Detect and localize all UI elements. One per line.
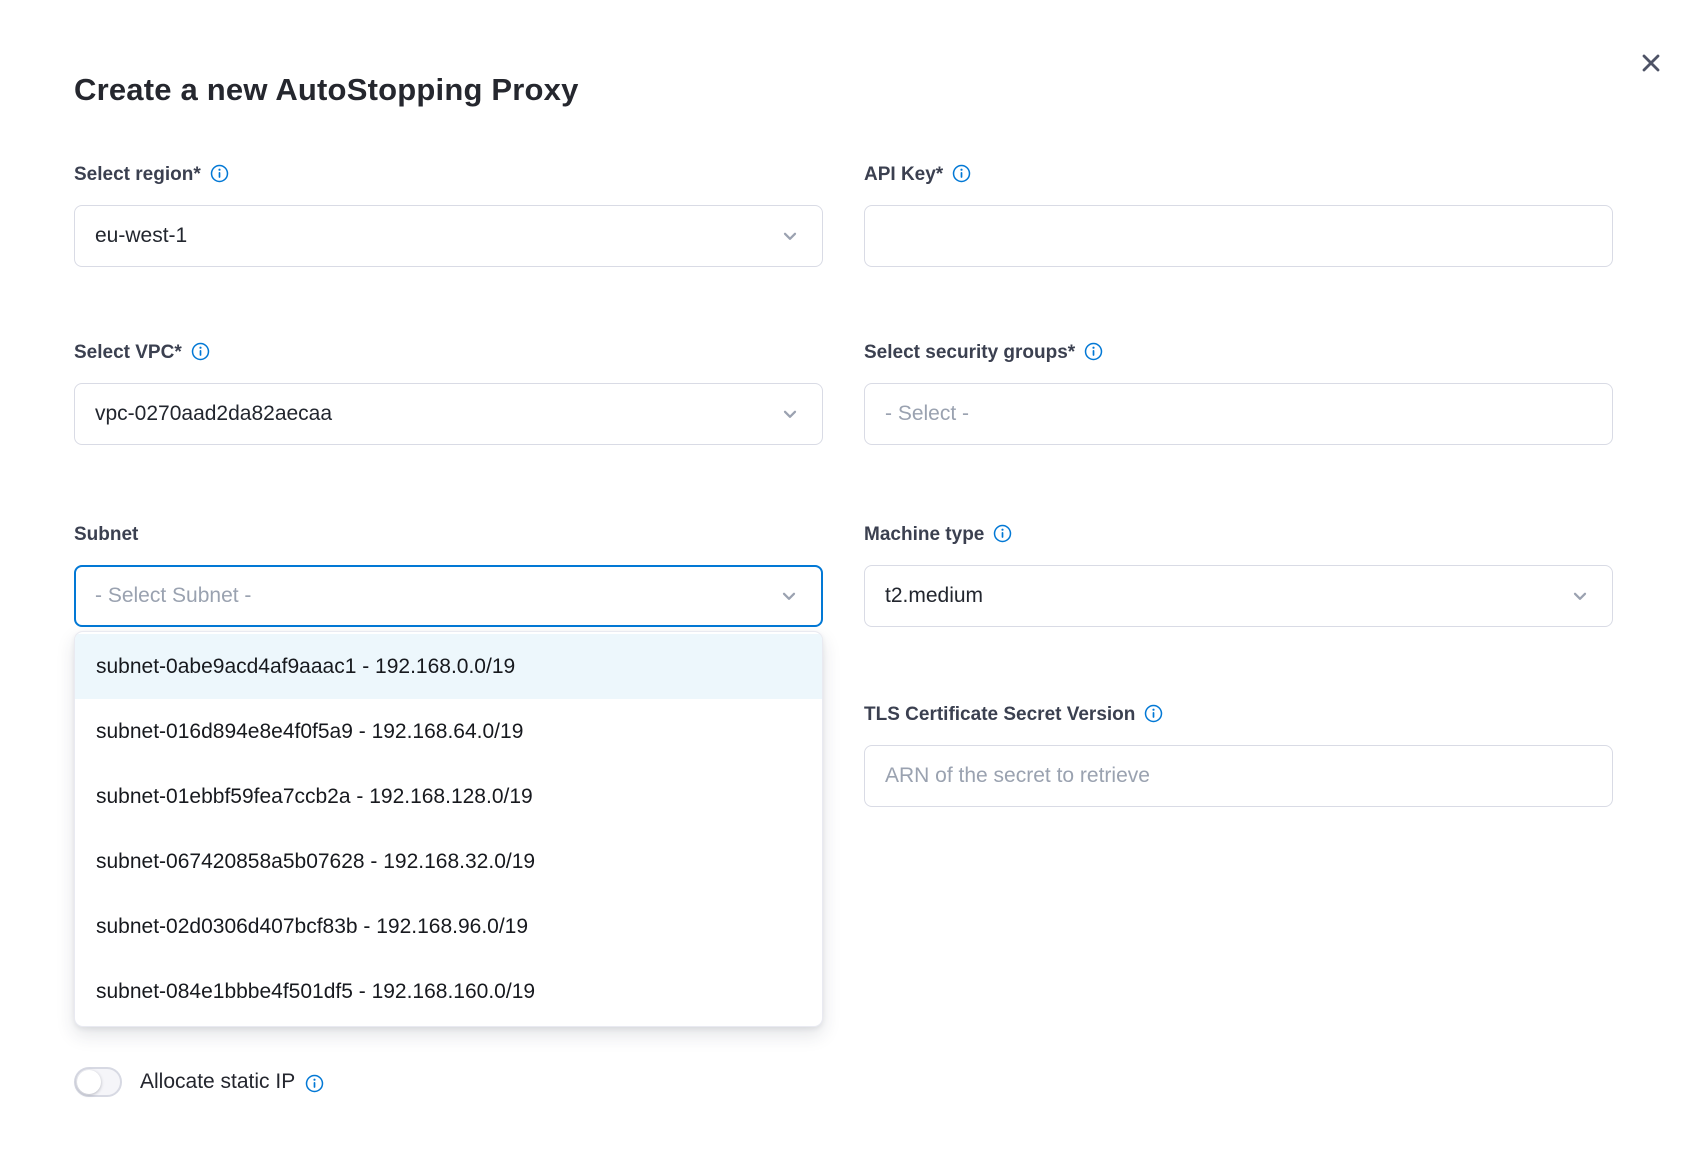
create-autostopping-proxy-modal: Create a new AutoStopping Proxy Select r… xyxy=(0,0,1700,1168)
info-icon[interactable] xyxy=(305,1074,324,1093)
api-key-input[interactable] xyxy=(864,205,1613,267)
field-api-key: API Key* xyxy=(864,163,1613,267)
info-icon[interactable] xyxy=(210,164,229,183)
info-icon[interactable] xyxy=(191,342,210,361)
close-icon xyxy=(1637,49,1665,77)
field-region: Select region* eu-west-1 xyxy=(74,163,823,267)
allocate-static-ip-toggle[interactable] xyxy=(74,1067,122,1097)
region-value: eu-west-1 xyxy=(95,224,187,248)
subnet-label: Subnet xyxy=(74,523,138,547)
machine-type-value: t2.medium xyxy=(885,584,983,608)
allocate-static-ip-label: Allocate static IP xyxy=(140,1070,295,1094)
subnet-option[interactable]: subnet-067420858a5b07628 - 192.168.32.0/… xyxy=(75,829,822,894)
subnet-placeholder: - Select Subnet - xyxy=(95,584,251,608)
region-label: Select region* xyxy=(74,163,201,187)
toggle-knob xyxy=(77,1070,101,1094)
subnet-option[interactable]: subnet-016d894e8e4f0f5a9 - 192.168.64.0/… xyxy=(75,699,822,764)
tls-secret-label: TLS Certificate Secret Version xyxy=(864,703,1135,727)
vpc-label: Select VPC* xyxy=(74,341,182,365)
subnet-option[interactable]: subnet-02d0306d407bcf83b - 192.168.96.0/… xyxy=(75,894,822,959)
chevron-down-icon xyxy=(1570,586,1590,606)
field-subnet: Subnet - Select Subnet - xyxy=(74,523,823,627)
machine-type-label: Machine type xyxy=(864,523,984,547)
security-groups-label: Select security groups* xyxy=(864,341,1075,365)
info-icon[interactable] xyxy=(1144,704,1163,723)
modal-title: Create a new AutoStopping Proxy xyxy=(74,72,579,108)
close-button[interactable] xyxy=(1632,44,1670,82)
field-vpc: Select VPC* vpc-0270aad2da82aecaa xyxy=(74,341,823,445)
field-security-groups: Select security groups* - Select - xyxy=(864,341,1613,445)
region-select[interactable]: eu-west-1 xyxy=(74,205,823,267)
allocate-static-ip-row: Allocate static IP xyxy=(74,1066,324,1098)
subnet-option[interactable]: subnet-01ebbf59fea7ccb2a - 192.168.128.0… xyxy=(75,764,822,829)
security-groups-select[interactable]: - Select - xyxy=(864,383,1613,445)
tls-secret-input[interactable] xyxy=(864,745,1613,807)
subnet-dropdown-list: subnet-0abe9acd4af9aaac1 - 192.168.0.0/1… xyxy=(74,631,823,1027)
field-tls-secret: TLS Certificate Secret Version xyxy=(864,703,1613,807)
subnet-option[interactable]: subnet-084e1bbbe4f501df5 - 192.168.160.0… xyxy=(75,959,822,1024)
subnet-select[interactable]: - Select Subnet - xyxy=(74,565,823,627)
machine-type-select[interactable]: t2.medium xyxy=(864,565,1613,627)
field-machine-type: Machine type t2.medium xyxy=(864,523,1613,627)
subnet-option[interactable]: subnet-0abe9acd4af9aaac1 - 192.168.0.0/1… xyxy=(75,634,822,699)
chevron-down-icon xyxy=(780,226,800,246)
api-key-label: API Key* xyxy=(864,163,943,187)
info-icon[interactable] xyxy=(1084,342,1103,361)
chevron-down-icon xyxy=(779,586,799,606)
info-icon[interactable] xyxy=(993,524,1012,543)
vpc-value: vpc-0270aad2da82aecaa xyxy=(95,402,332,426)
chevron-down-icon xyxy=(780,404,800,424)
info-icon[interactable] xyxy=(952,164,971,183)
security-groups-placeholder: - Select - xyxy=(885,402,969,426)
vpc-select[interactable]: vpc-0270aad2da82aecaa xyxy=(74,383,823,445)
